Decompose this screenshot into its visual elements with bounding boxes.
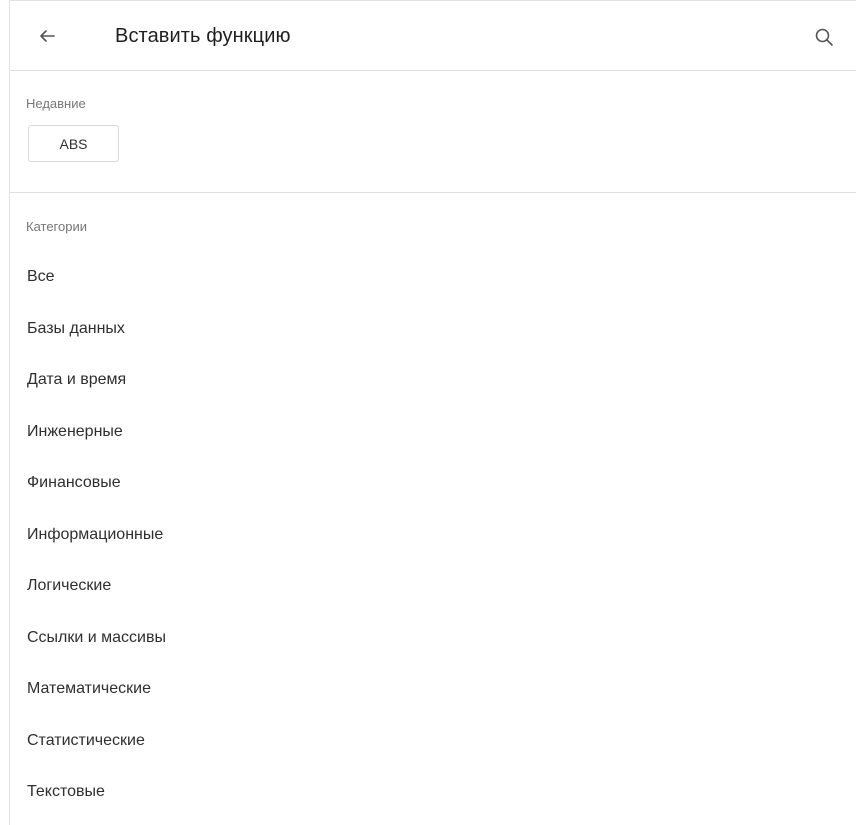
arrow-left-icon: [40, 30, 55, 42]
search-icon: [815, 28, 833, 46]
recent-section: Недавние ABS: [10, 71, 856, 193]
category-text[interactable]: Текстовые: [10, 766, 856, 818]
category-database[interactable]: Базы данных: [10, 303, 856, 355]
insert-function-panel: Вставить функцию Недавние ABS Категории …: [9, 0, 856, 825]
back-button[interactable]: [32, 21, 62, 51]
category-lookup-reference[interactable]: Ссылки и массивы: [10, 612, 856, 664]
category-statistical[interactable]: Статистические: [10, 715, 856, 767]
categories-label: Категории: [26, 219, 87, 234]
category-date-time[interactable]: Дата и время: [10, 354, 856, 406]
page-title: Вставить функцию: [115, 25, 291, 47]
recent-function-chip[interactable]: ABS: [28, 125, 119, 162]
category-list: Все Базы данных Дата и время Инженерные …: [10, 251, 856, 818]
recent-label: Недавние: [26, 96, 86, 111]
category-information[interactable]: Информационные: [10, 509, 856, 561]
category-all[interactable]: Все: [10, 251, 856, 303]
category-math[interactable]: Математические: [10, 663, 856, 715]
header: Вставить функцию: [10, 1, 856, 71]
category-engineering[interactable]: Инженерные: [10, 406, 856, 458]
search-button[interactable]: [809, 22, 839, 52]
category-financial[interactable]: Финансовые: [10, 457, 856, 509]
category-logical[interactable]: Логические: [10, 560, 856, 612]
